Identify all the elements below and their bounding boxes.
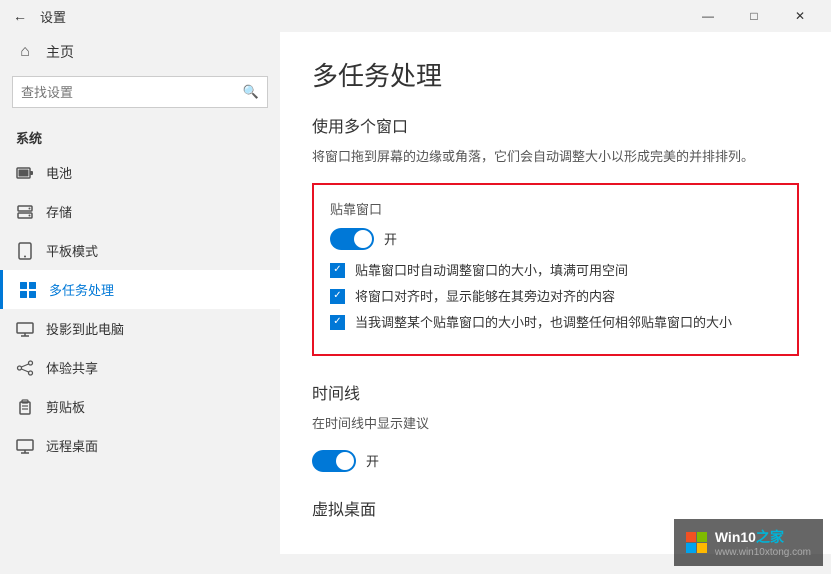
clipboard-icon <box>16 398 34 416</box>
search-icon[interactable]: 🔍 <box>243 84 259 100</box>
sidebar-label-remote: 远程桌面 <box>46 436 98 455</box>
sidebar-item-battery[interactable]: 电池 <box>0 153 280 192</box>
snap-option-3-label: 当我调整某个贴靠窗口的大小时，也调整任何相邻贴靠窗口的大小 <box>355 314 732 332</box>
battery-icon <box>16 164 34 182</box>
back-button[interactable]: ← <box>8 4 32 28</box>
sidebar-section-title: 系统 <box>0 120 280 153</box>
watermark-suffix: 之家 <box>756 527 784 547</box>
main-layout: ⌂ 主页 🔍 系统 电池 存储 平板模式 <box>0 32 831 574</box>
sidebar-item-clipboard[interactable]: 剪贴板 <box>0 387 280 426</box>
sidebar-item-multitask[interactable]: 多任务处理 <box>0 270 280 309</box>
titlebar-title: 设置 <box>40 7 66 26</box>
window-controls: — □ ✕ <box>685 0 823 32</box>
snap-option-3-checkbox[interactable] <box>330 315 345 330</box>
close-button[interactable]: ✕ <box>777 0 823 32</box>
multitask-icon <box>19 281 37 299</box>
search-input[interactable] <box>21 85 243 100</box>
sidebar-item-shared[interactable]: 体验共享 <box>0 348 280 387</box>
content-area: 多任务处理 使用多个窗口 将窗口拖到屏幕的边缘或角落，它们会自动调整大小以形成完… <box>280 32 831 554</box>
snap-option-1-label: 贴靠窗口时自动调整窗口的大小，填满可用空间 <box>355 262 628 280</box>
sidebar-label-battery: 电池 <box>46 163 72 182</box>
sidebar-item-home[interactable]: ⌂ 主页 <box>0 32 280 72</box>
titlebar: ← 设置 — □ ✕ <box>0 0 831 32</box>
minimize-button[interactable]: — <box>685 0 731 32</box>
shared-icon <box>16 359 34 377</box>
timeline-toggle[interactable] <box>312 450 356 472</box>
snap-box: 贴靠窗口 开 贴靠窗口时自动调整窗口的大小，填满可用空间 将窗口对齐时，显示能够… <box>312 183 799 357</box>
snap-option-3-row: 当我调整某个贴靠窗口的大小时，也调整任何相邻贴靠窗口的大小 <box>330 314 781 332</box>
snap-option-2-label: 将窗口对齐时，显示能够在其旁边对齐的内容 <box>355 288 615 306</box>
watermark: Win10 之家 www.win10xtong.com <box>674 519 823 566</box>
sidebar-item-storage[interactable]: 存储 <box>0 192 280 231</box>
snap-option-2-row: 将窗口对齐时，显示能够在其旁边对齐的内容 <box>330 288 781 306</box>
timeline-section: 时间线 在时间线中显示建议 开 <box>312 380 799 472</box>
virtual-desktop-title: 虚拟桌面 <box>312 496 799 520</box>
search-box: 🔍 <box>12 76 268 108</box>
home-label: 主页 <box>46 42 74 62</box>
snap-toggle-row: 开 <box>330 228 781 250</box>
page-title: 多任务处理 <box>312 56 799 93</box>
section1-title: 使用多个窗口 <box>312 113 799 137</box>
timeline-title: 时间线 <box>312 380 799 404</box>
timeline-toggle-row: 开 <box>312 450 799 472</box>
watermark-brand: Win10 <box>715 529 756 545</box>
storage-icon <box>16 203 34 221</box>
win10-logo <box>686 532 707 553</box>
remote-icon <box>16 437 34 455</box>
snap-toggle-label: 开 <box>384 229 397 248</box>
sidebar-label-project: 投影到此电脑 <box>46 319 124 338</box>
timeline-desc: 在时间线中显示建议 <box>312 414 799 434</box>
project-icon <box>16 320 34 338</box>
restore-button[interactable]: □ <box>731 0 777 32</box>
sidebar-item-tablet[interactable]: 平板模式 <box>0 231 280 270</box>
sidebar-label-shared: 体验共享 <box>46 358 98 377</box>
sidebar-label-storage: 存储 <box>46 202 72 221</box>
sidebar-item-remote[interactable]: 远程桌面 <box>0 426 280 465</box>
sidebar-item-project[interactable]: 投影到此电脑 <box>0 309 280 348</box>
snap-option-1-row: 贴靠窗口时自动调整窗口的大小，填满可用空间 <box>330 262 781 280</box>
sidebar-label-clipboard: 剪贴板 <box>46 397 85 416</box>
timeline-toggle-label: 开 <box>366 451 379 470</box>
sidebar: ⌂ 主页 🔍 系统 电池 存储 平板模式 <box>0 32 280 574</box>
watermark-text-block: Win10 之家 www.win10xtong.com <box>715 527 811 558</box>
snap-option-1-checkbox[interactable] <box>330 263 345 278</box>
content-wrapper: 多任务处理 使用多个窗口 将窗口拖到屏幕的边缘或角落，它们会自动调整大小以形成完… <box>280 32 831 574</box>
tablet-icon <box>16 242 34 260</box>
home-icon: ⌂ <box>16 43 34 61</box>
watermark-url: www.win10xtong.com <box>715 547 811 558</box>
snap-toggle[interactable] <box>330 228 374 250</box>
sidebar-label-multitask: 多任务处理 <box>49 280 114 299</box>
snap-option-2-checkbox[interactable] <box>330 289 345 304</box>
sidebar-label-tablet: 平板模式 <box>46 241 98 260</box>
section1-desc: 将窗口拖到屏幕的边缘或角落，它们会自动调整大小以形成完美的并排排列。 <box>312 147 799 167</box>
snap-box-title: 贴靠窗口 <box>330 199 781 218</box>
